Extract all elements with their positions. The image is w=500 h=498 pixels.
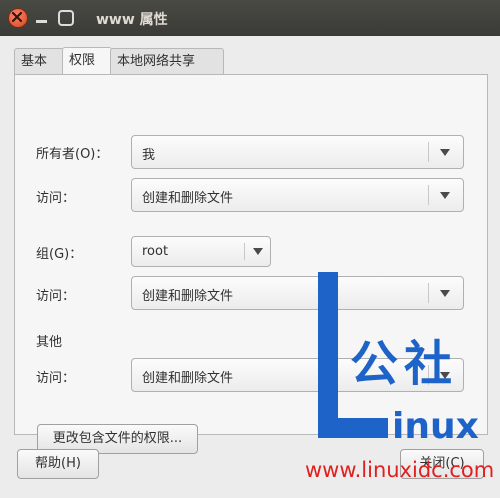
chevron-down-icon [440,290,450,297]
others-access-label: 访问： [36,371,76,386]
help-button[interactable]: 帮助(H) [17,449,99,479]
owner-label: 所有者(O)： [36,147,109,162]
owner-access-select[interactable]: 创建和删除文件 [131,178,464,212]
watermark-l-bar [318,272,338,438]
tab-local-network-share[interactable]: 本地网络共享 [110,48,224,74]
combo-separator [428,283,429,303]
chevron-down-icon [440,192,450,199]
group-select[interactable]: root [131,236,271,267]
window-title: www 属性 [96,12,168,28]
tab-local-network-share-label: 本地网络共享 [117,54,196,69]
combo-separator [244,243,245,260]
chevron-down-icon [440,149,450,156]
help-button-label: 帮助(H) [35,456,81,471]
tab-basic[interactable]: 基本 [14,48,64,74]
tab-basic-label: 基本 [21,54,48,69]
others-access-value: 创建和删除文件 [142,371,234,386]
maximize-window-icon[interactable] [58,10,74,26]
group-label: 组(G)： [36,247,83,262]
watermark-l-foot [318,418,388,438]
watermark-url: www.linuxidc.com [305,458,495,482]
tab-permissions[interactable]: 权限 [62,47,112,75]
group-access-label: 访问： [36,289,76,304]
owner-access-value: 创建和删除文件 [142,191,234,206]
owner-select[interactable]: 我 [131,135,464,169]
watermark-gongshe: 公社 [350,336,459,392]
owner-value: 我 [142,148,156,163]
owner-access-label: 访问： [36,191,76,206]
combo-separator [428,142,429,162]
tab-permissions-label: 权限 [69,53,96,68]
minimize-window-icon[interactable] [33,8,51,26]
change-enclosed-permissions-label: 更改包含文件的权限... [52,431,183,446]
group-access-select[interactable]: 创建和删除文件 [131,276,464,310]
chevron-down-icon [253,248,263,255]
group-access-value: 创建和删除文件 [142,289,234,304]
others-heading: 其他 [36,335,63,350]
group-value: root [142,244,169,259]
title-bar: www 属性 [0,0,500,36]
watermark-inux: inux [392,406,479,447]
combo-separator [428,185,429,205]
close-window-icon[interactable] [8,8,28,28]
